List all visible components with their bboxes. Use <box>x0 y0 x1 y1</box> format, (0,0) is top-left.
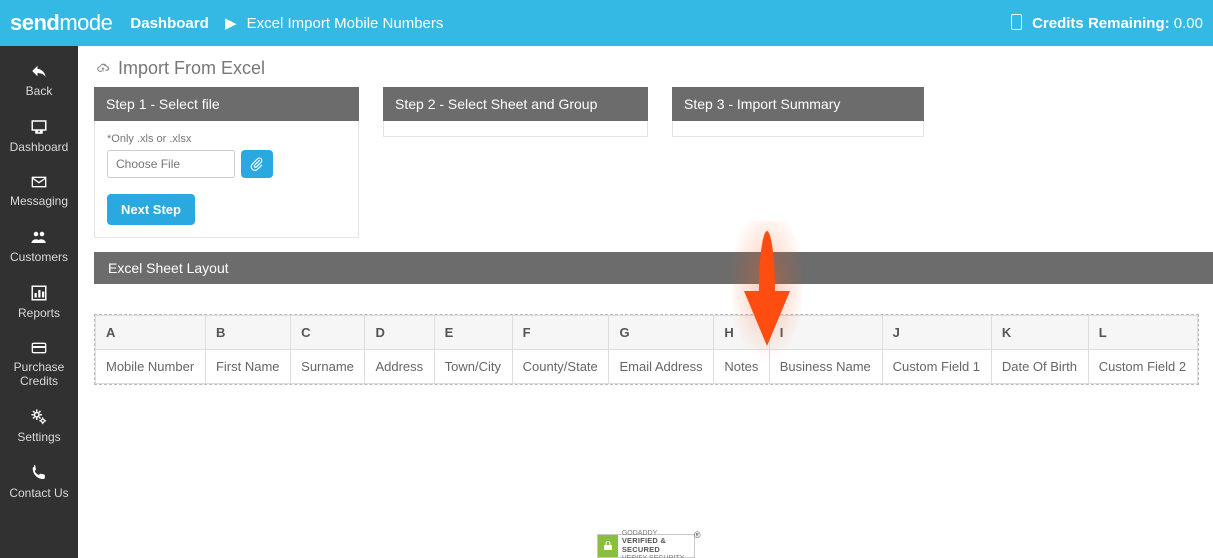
step-3: Step 3 - Import Summary <box>672 87 924 238</box>
credits-remaining: Credits Remaining: 0.00 <box>1011 14 1203 32</box>
phone-icon <box>1011 14 1022 30</box>
users-icon <box>28 228 50 246</box>
step-2-header: Step 2 - Select Sheet and Group <box>383 87 648 121</box>
col-field: Email Address <box>609 350 714 384</box>
col-field: Custom Field 1 <box>882 350 991 384</box>
step-3-body <box>672 121 924 137</box>
step-1: Step 1 - Select file *Only .xls or .xlsx… <box>94 87 359 238</box>
col-field: Notes <box>714 350 769 384</box>
file-input[interactable] <box>107 150 235 178</box>
excel-layout-table-wrap: A B C D E F G H I J K L Mobile Number Fi… <box>94 314 1199 385</box>
col-field: Business Name <box>769 350 882 384</box>
sidebar-item-customers[interactable]: Customers <box>0 218 78 274</box>
col-header: L <box>1088 316 1197 350</box>
lock-icon <box>598 535 618 557</box>
sidebar-item-dashboard[interactable]: Dashboard <box>0 108 78 164</box>
table-row: Mobile Number First Name Surname Address… <box>96 350 1198 384</box>
col-field: Custom Field 2 <box>1088 350 1197 384</box>
col-field: County/State <box>512 350 609 384</box>
sidebar: Back Dashboard Messaging Customers Repor… <box>0 46 78 558</box>
file-type-hint: *Only .xls or .xlsx <box>107 133 346 145</box>
chevron-right-icon: ▶ <box>225 15 237 32</box>
registered-icon: ® <box>694 531 701 541</box>
sidebar-item-reports[interactable]: Reports <box>0 274 78 330</box>
step-2: Step 2 - Select Sheet and Group <box>383 87 648 238</box>
brand-part-1: send <box>10 10 59 36</box>
sidebar-item-back[interactable]: Back <box>0 52 78 108</box>
col-field: Address <box>365 350 434 384</box>
sidebar-item-settings[interactable]: Settings <box>0 398 78 454</box>
sidebar-item-label: Settings <box>17 430 60 444</box>
breadcrumb-page: Excel Import Mobile Numbers <box>247 15 444 32</box>
security-badge-text: GODADDY VERIFIED & SECURED VERIFY SECURI… <box>622 530 694 558</box>
sidebar-item-purchase-credits[interactable]: Purchase Credits <box>0 330 78 398</box>
main-content: Import From Excel Step 1 - Select file *… <box>78 46 1213 558</box>
excel-layout-table: A B C D E F G H I J K L Mobile Number Fi… <box>95 315 1198 384</box>
envelope-icon <box>28 174 50 190</box>
file-chooser-row <box>107 150 346 178</box>
sidebar-item-contact-us[interactable]: Contact Us <box>0 454 78 510</box>
col-field: Town/City <box>434 350 512 384</box>
top-bar: send mode Dashboard ▶ Excel Import Mobil… <box>0 0 1213 46</box>
col-header: C <box>291 316 365 350</box>
col-header: B <box>205 316 290 350</box>
cloud-upload-icon <box>94 62 112 76</box>
page-title-text: Import From Excel <box>118 58 265 79</box>
excel-layout-header: Excel Sheet Layout <box>94 252 1213 284</box>
sidebar-item-messaging[interactable]: Messaging <box>0 164 78 218</box>
col-header: K <box>991 316 1088 350</box>
steps-row: Step 1 - Select file *Only .xls or .xlsx… <box>94 87 1203 238</box>
reply-icon <box>28 62 50 80</box>
table-header-row: A B C D E F G H I J K L <box>96 316 1198 350</box>
sidebar-item-label: Back <box>26 84 53 98</box>
credits-value: 0.00 <box>1174 15 1203 32</box>
sidebar-item-label: Contact Us <box>9 486 68 500</box>
col-header: F <box>512 316 609 350</box>
paperclip-icon <box>250 157 264 171</box>
monitor-icon <box>28 118 50 136</box>
col-field: First Name <box>205 350 290 384</box>
bar-chart-icon <box>28 284 50 302</box>
sidebar-item-label: Customers <box>10 250 68 264</box>
step-1-header: Step 1 - Select file <box>94 87 359 121</box>
col-header: D <box>365 316 434 350</box>
page-title: Import From Excel <box>94 58 1203 79</box>
col-field: Date Of Birth <box>991 350 1088 384</box>
col-header: J <box>882 316 991 350</box>
col-header: I <box>769 316 882 350</box>
security-line: VERIFIED & SECURED <box>622 536 666 554</box>
sidebar-item-label: Purchase Credits <box>14 360 65 388</box>
brand-logo[interactable]: send mode <box>10 10 112 36</box>
col-header: A <box>96 316 206 350</box>
sidebar-item-label: Messaging <box>10 194 68 208</box>
col-field: Surname <box>291 350 365 384</box>
next-step-button[interactable]: Next Step <box>107 194 195 225</box>
gears-icon <box>28 408 50 426</box>
col-header: G <box>609 316 714 350</box>
step-1-body: *Only .xls or .xlsx Next Step <box>94 121 359 238</box>
credits-label: Credits Remaining: <box>1032 15 1170 32</box>
col-header: H <box>714 316 769 350</box>
sidebar-item-label: Dashboard <box>10 140 69 154</box>
attach-button[interactable] <box>241 150 273 178</box>
breadcrumb-root[interactable]: Dashboard <box>130 15 208 32</box>
credit-card-icon <box>28 340 50 356</box>
security-badge[interactable]: GODADDY VERIFIED & SECURED VERIFY SECURI… <box>597 534 695 558</box>
brand-part-2: mode <box>59 10 112 36</box>
col-header: E <box>434 316 512 350</box>
step-3-header: Step 3 - Import Summary <box>672 87 924 121</box>
phone-icon <box>29 464 49 482</box>
sidebar-item-label: Reports <box>18 306 60 320</box>
breadcrumb: Dashboard ▶ Excel Import Mobile Numbers <box>130 14 443 32</box>
col-field: Mobile Number <box>96 350 206 384</box>
step-2-body <box>383 121 648 137</box>
